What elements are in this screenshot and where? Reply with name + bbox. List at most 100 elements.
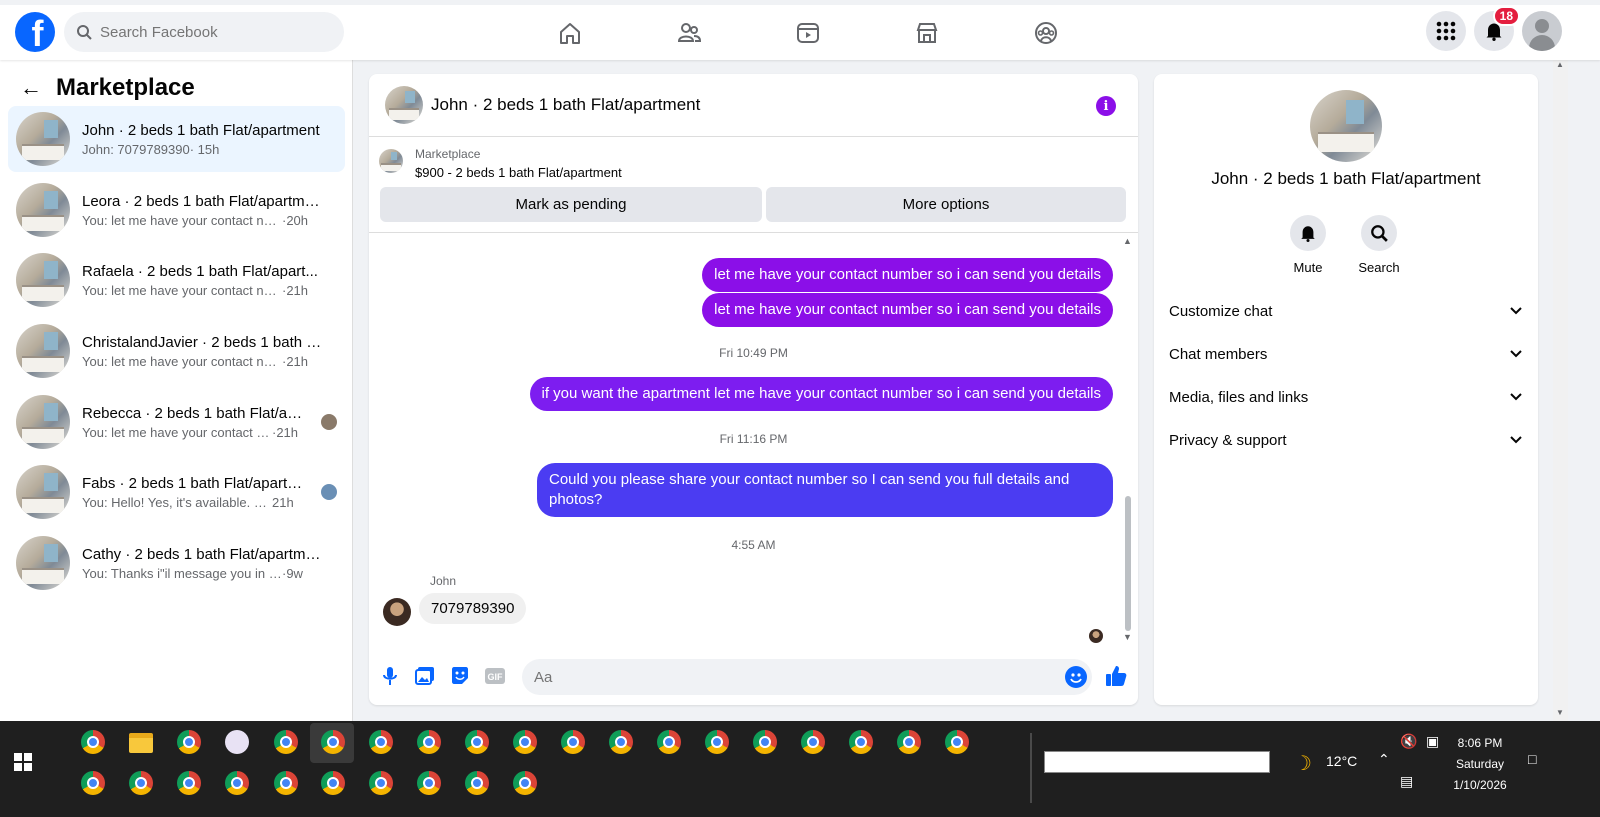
nav-friends[interactable] (629, 5, 748, 60)
page-scrollbar[interactable]: ▲ ▼ (1553, 60, 1600, 721)
back-arrow-icon[interactable]: ← (20, 75, 42, 101)
chrome-profile-icon[interactable] (177, 771, 201, 795)
chrome-profile-icon[interactable] (513, 771, 537, 795)
page-scroll-up-icon[interactable]: ▲ (1556, 60, 1564, 69)
nav-home[interactable] (510, 5, 629, 60)
nav-marketplace[interactable] (867, 5, 986, 60)
search-icon[interactable] (1361, 215, 1397, 251)
listing-price[interactable]: $900 - 2 beds 1 bath Flat/apartment (415, 165, 622, 180)
message-input[interactable] (522, 659, 1092, 695)
search-action[interactable]: Search (1344, 215, 1414, 275)
camera-icon[interactable]: ▣ (1426, 733, 1439, 750)
temperature[interactable]: 12°C (1326, 753, 1357, 769)
accordion-customize-chat[interactable]: Customize chat (1169, 296, 1523, 326)
file-explorer-icon[interactable] (129, 733, 153, 753)
notification-center-icon[interactable]: □ (1528, 751, 1536, 767)
moon-weather-icon[interactable]: ☽ (1294, 751, 1312, 776)
chevron-up-icon[interactable]: ⌃ (1378, 751, 1390, 768)
search-box[interactable] (64, 12, 344, 52)
marketplace-icon (916, 22, 937, 43)
chrome-profile-icon[interactable] (321, 730, 345, 754)
gif-icon[interactable]: GIF (484, 665, 506, 687)
chrome-profile-icon[interactable] (561, 730, 585, 754)
chrome-profile-icon[interactable] (321, 771, 345, 795)
chrome-profile-icon[interactable] (274, 730, 298, 754)
chrome-profile-icon[interactable] (465, 771, 489, 795)
mark-as-pending-button[interactable]: Mark as pending (380, 187, 762, 222)
photo-icon[interactable] (414, 665, 436, 687)
chrome-profile-icon[interactable] (177, 730, 201, 754)
profile-avatar[interactable] (1522, 11, 1562, 51)
facebook-logo-icon[interactable]: f (15, 12, 55, 52)
outgoing-message[interactable]: Could you please share your contact numb… (537, 463, 1113, 517)
clock-day: Saturday (1455, 757, 1505, 771)
chrome-profile-icon[interactable] (753, 730, 777, 754)
conversation-item[interactable]: ChristalandJavier · 2 beds 1 bath Fl... … (8, 318, 345, 384)
network-icon[interactable]: ▤ (1400, 773, 1413, 790)
menu-button[interactable] (1426, 11, 1466, 51)
accordion-media-files-links[interactable]: Media, files and links (1169, 382, 1523, 412)
nav-video[interactable] (748, 5, 867, 60)
chrome-profile-icon[interactable] (129, 771, 153, 795)
info-icon[interactable]: i (1096, 96, 1116, 116)
chrome-profile-icon[interactable] (417, 730, 441, 754)
chrome-profile-icon[interactable] (225, 771, 249, 795)
chrome-profile-icon[interactable] (81, 771, 105, 795)
chrome-profile-icon[interactable] (369, 730, 393, 754)
listing-thumbnail (16, 395, 70, 449)
conversation-item[interactable]: John · 2 beds 1 bath Flat/apartment John… (8, 106, 345, 172)
chrome-profile-icon[interactable] (609, 730, 633, 754)
speaker-muted-icon[interactable]: 🔇 (1400, 733, 1417, 750)
chrome-profile-icon[interactable] (465, 730, 489, 754)
sender-avatar[interactable] (383, 598, 411, 626)
conversation-item[interactable]: Fabs · 2 beds 1 bath Flat/apartm... You:… (8, 459, 345, 525)
microphone-icon[interactable] (379, 665, 401, 687)
thread-scrollbar[interactable]: ▲ ▼ (1122, 234, 1134, 646)
conversation-item[interactable]: Cathy · 2 beds 1 bath Flat/apartment You… (8, 530, 345, 596)
taskbar-divider (1030, 733, 1032, 803)
page-scroll-down-icon[interactable]: ▼ (1556, 708, 1564, 717)
chrome-profile-icon[interactable] (417, 771, 441, 795)
chrome-profile-icon[interactable] (897, 730, 921, 754)
taskbar-address-box[interactable] (1044, 751, 1270, 773)
chrome-profile-icon[interactable] (657, 730, 681, 754)
chrome-profile-icon[interactable] (801, 730, 825, 754)
chrome-profile-icon[interactable] (705, 730, 729, 754)
thumbs-up-icon[interactable] (1104, 664, 1128, 693)
chat-listing-thumbnail[interactable] (385, 86, 423, 124)
conversation-item[interactable]: Leora · 2 beds 1 bath Flat/apartment You… (8, 177, 345, 243)
incoming-message[interactable]: 7079789390 (419, 593, 527, 624)
notifications-button[interactable]: 18 (1474, 6, 1520, 51)
accordion-chat-members[interactable]: Chat members (1169, 339, 1523, 369)
more-options-button[interactable]: More options (766, 187, 1126, 222)
accordion-privacy-support[interactable]: Privacy & support (1169, 425, 1523, 455)
chrome-profile-icon[interactable] (945, 730, 969, 754)
mute-action[interactable]: Mute (1273, 215, 1343, 275)
outgoing-message[interactable]: let me have your contact number so i can… (702, 258, 1113, 292)
page-scroll-track[interactable] (1553, 60, 1568, 721)
bell-icon[interactable] (1290, 215, 1326, 251)
chrome-icon[interactable] (81, 730, 105, 754)
chrome-profile-icon[interactable] (369, 771, 393, 795)
nav-groups[interactable] (986, 5, 1105, 60)
chat-title[interactable]: John · 2 beds 1 bath Flat/apartment (431, 95, 700, 115)
chrome-profile-icon[interactable] (274, 771, 298, 795)
scroll-down-icon[interactable]: ▼ (1123, 632, 1132, 642)
outgoing-message[interactable]: let me have your contact number so i can… (702, 293, 1113, 327)
scroll-thumb[interactable] (1125, 496, 1131, 631)
scroll-up-icon[interactable]: ▲ (1123, 236, 1132, 246)
listing-large-thumbnail[interactable] (1310, 90, 1382, 162)
conversation-item[interactable]: Rebecca · 2 beds 1 bath Flat/apa... You:… (8, 389, 345, 455)
sticker-icon[interactable] (449, 665, 471, 687)
outgoing-message[interactable]: if you want the apartment let me have yo… (529, 377, 1113, 411)
paint-icon[interactable] (225, 730, 249, 754)
chrome-profile-icon[interactable] (513, 730, 537, 754)
conversation-title: Cathy · 2 beds 1 bath Flat/apartment (82, 545, 322, 563)
chrome-profile-icon[interactable] (849, 730, 873, 754)
search-input[interactable] (100, 23, 320, 41)
clock[interactable]: 8:06 PM Saturday 1/10/2026 (1440, 733, 1520, 796)
conversation-item[interactable]: Rafaela · 2 beds 1 bath Flat/apart... Yo… (8, 247, 345, 313)
emoji-icon[interactable] (1065, 666, 1087, 688)
windows-start-icon[interactable] (14, 753, 32, 771)
groups-icon (1034, 21, 1057, 44)
